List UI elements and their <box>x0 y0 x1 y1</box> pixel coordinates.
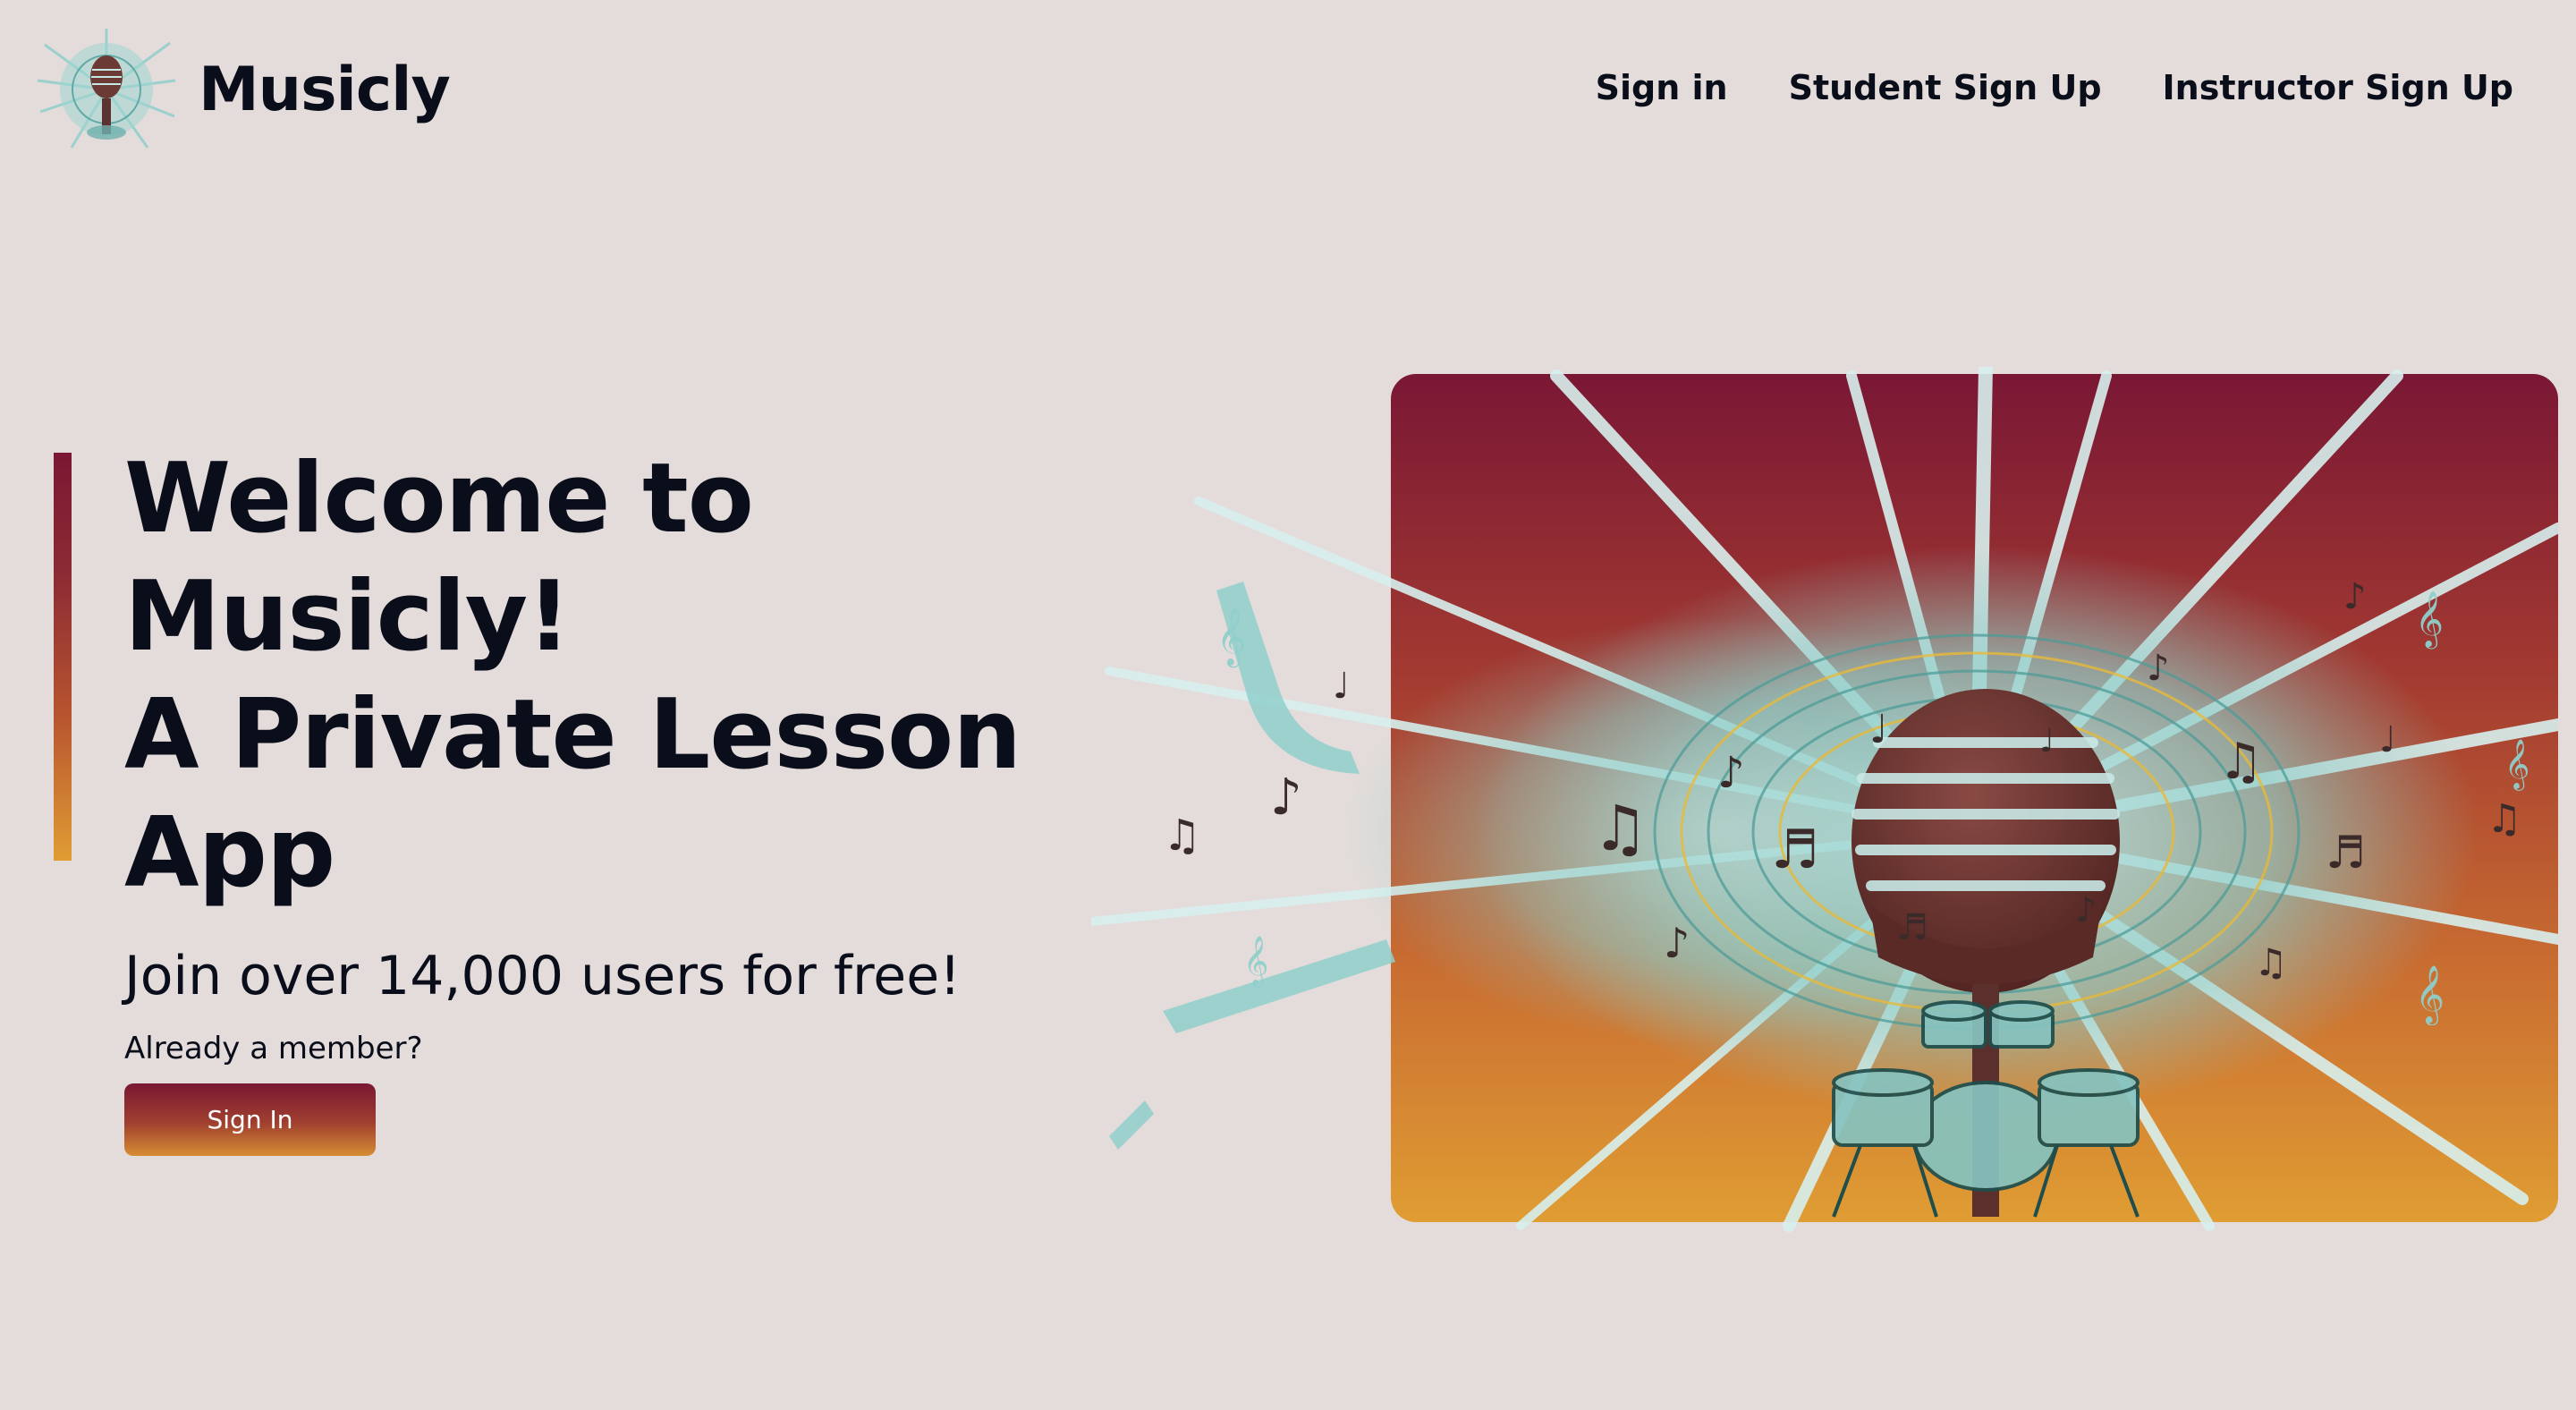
microphone-drums-illustration-icon: ♫ ♪ ♬ ♩ ♪ ♫ ♬ ♩ ♪ ♫ ♪ ♬ ♩ ♫ ♪ ♩ ♪ ♫ 𝄞 𝄞 … <box>1091 367 2558 1232</box>
svg-text:♬: ♬ <box>1896 907 1928 948</box>
svg-text:𝄞: 𝄞 <box>2415 590 2444 650</box>
nav-instructor-sign-up-link[interactable]: Instructor Sign Up <box>2163 68 2513 107</box>
landing-page: Musicly Sign in Student Sign Up Instruct… <box>0 0 2576 1410</box>
svg-text:♪: ♪ <box>1270 769 1302 827</box>
top-header: Musicly Sign in Student Sign Up Instruct… <box>0 0 2576 192</box>
already-member-text: Already a member? <box>124 1031 423 1066</box>
microphone-logo-icon <box>37 29 176 149</box>
hero-subheading: Join over 14,000 users for free! <box>124 945 962 1007</box>
svg-text:♩: ♩ <box>2039 723 2055 760</box>
hero-accent-bar <box>54 453 72 861</box>
svg-text:♪: ♪ <box>2075 890 2097 930</box>
svg-text:♪: ♪ <box>1717 748 1745 798</box>
sign-in-button[interactable]: Sign In <box>124 1083 376 1156</box>
svg-text:♪: ♪ <box>1664 919 1690 967</box>
nav-sign-in-link[interactable]: Sign in <box>1596 68 1728 107</box>
svg-text:♩: ♩ <box>1869 707 1888 752</box>
hero-title-line-4: App <box>124 797 335 909</box>
main-nav: Sign in Student Sign Up Instructor Sign … <box>1596 68 2513 107</box>
svg-text:♫: ♫ <box>1592 792 1648 865</box>
nav-student-sign-up-link[interactable]: Student Sign Up <box>1789 68 2102 107</box>
hero-title-line-1: Welcome to <box>124 443 754 555</box>
svg-text:𝄞: 𝄞 <box>2415 965 2445 1025</box>
brand[interactable]: Musicly <box>36 27 451 152</box>
svg-text:♩: ♩ <box>1333 666 1350 707</box>
svg-text:♪: ♪ <box>2343 576 2367 617</box>
brand-name: Musicly <box>199 54 451 125</box>
svg-text:♪: ♪ <box>2147 648 2170 689</box>
svg-text:♫: ♫ <box>2254 940 2288 984</box>
svg-text:𝄞: 𝄞 <box>2504 739 2529 791</box>
svg-text:♬: ♬ <box>2326 827 2366 879</box>
hero-title: Welcome to Musicly! A Private Lesson App <box>124 440 1126 913</box>
svg-text:♫: ♫ <box>2487 796 2521 842</box>
svg-text:♫: ♫ <box>1163 811 1201 861</box>
hero-title-line-2: Musicly! <box>124 561 571 673</box>
hero-title-line-3: A Private Lesson <box>124 679 1021 791</box>
svg-text:♩: ♩ <box>2379 719 2396 760</box>
svg-text:♫: ♫ <box>2218 733 2263 791</box>
hero-illustration: ♫ ♪ ♬ ♩ ♪ ♫ ♬ ♩ ♪ ♫ ♪ ♬ ♩ ♫ ♪ ♩ ♪ ♫ 𝄞 𝄞 … <box>1091 367 2558 1235</box>
svg-text:♬: ♬ <box>1771 819 1819 881</box>
